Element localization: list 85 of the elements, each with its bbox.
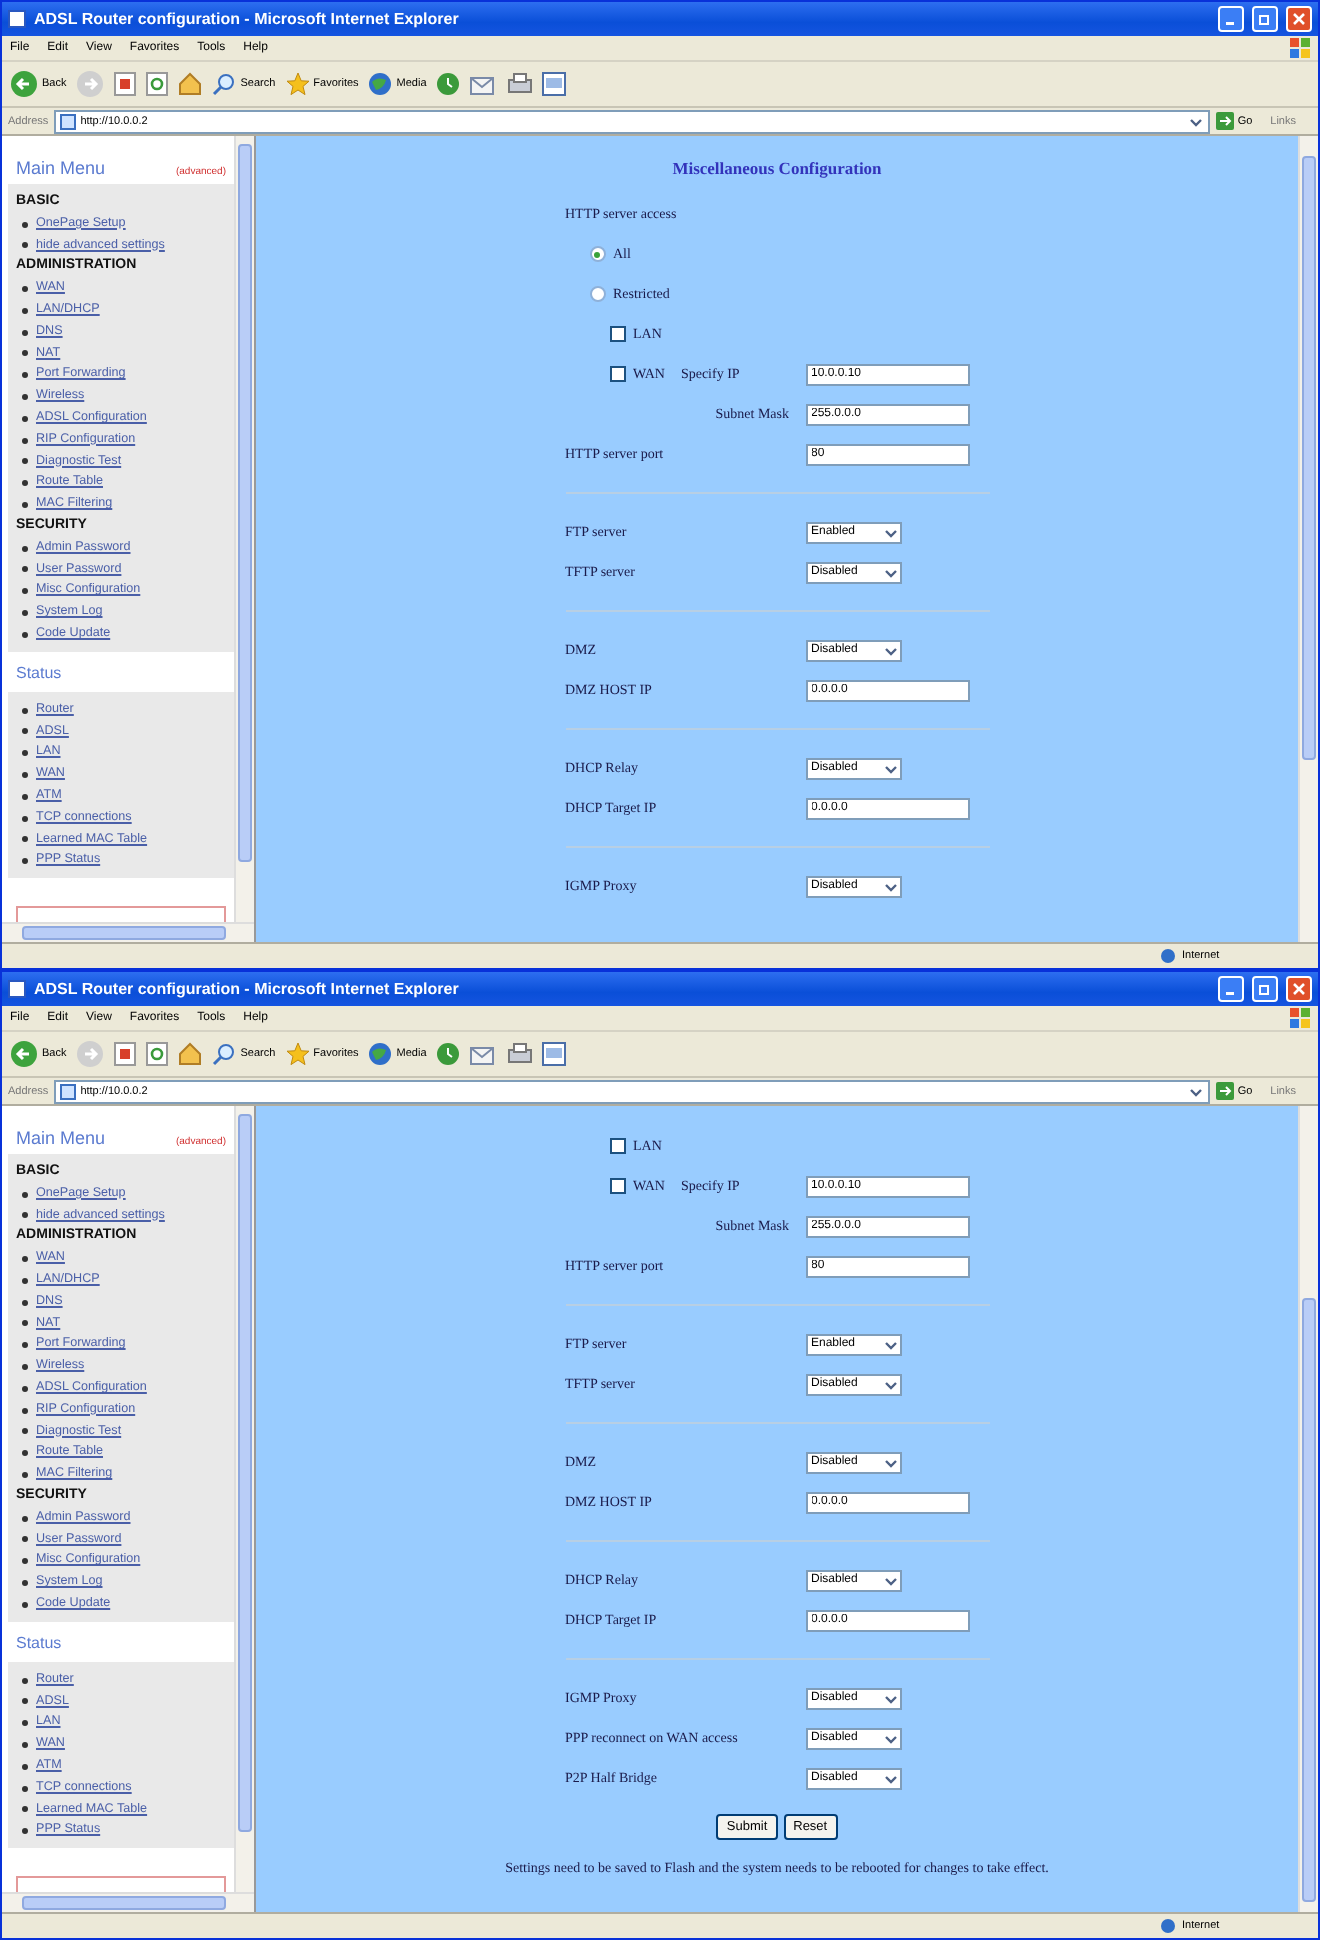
scrollbar[interactable] bbox=[1298, 1106, 1318, 1912]
stop-button[interactable] bbox=[114, 1042, 137, 1066]
document-icon bbox=[542, 72, 567, 96]
caret-icon bbox=[883, 643, 897, 657]
checkbox[interactable] bbox=[609, 1138, 625, 1154]
go-arrow-icon bbox=[1215, 112, 1234, 130]
stop-button[interactable] bbox=[114, 72, 137, 96]
clock-icon bbox=[436, 1042, 461, 1066]
clock-icon bbox=[436, 72, 461, 96]
scrollbar[interactable] bbox=[234, 1106, 254, 1892]
history-button[interactable] bbox=[436, 1042, 461, 1066]
restore-icon bbox=[1258, 12, 1272, 26]
star-icon bbox=[285, 1042, 310, 1066]
checkbox[interactable] bbox=[609, 326, 625, 342]
globe-icon bbox=[368, 72, 393, 96]
globe-icon bbox=[1160, 948, 1176, 964]
mail-button[interactable] bbox=[470, 73, 499, 95]
document-icon bbox=[542, 1042, 567, 1066]
printer-icon bbox=[508, 72, 533, 96]
minimize-button[interactable] bbox=[1218, 6, 1244, 32]
caret-icon bbox=[883, 879, 897, 893]
scrollbar[interactable] bbox=[1298, 136, 1318, 942]
caret-icon bbox=[883, 1731, 897, 1745]
close-button[interactable] bbox=[1286, 976, 1312, 1002]
ie-icon bbox=[8, 10, 26, 28]
dropdown-caret-icon bbox=[1187, 113, 1204, 129]
globe-icon bbox=[368, 1042, 393, 1066]
minimize-button[interactable] bbox=[1218, 976, 1244, 1002]
menu-title: Main Menu bbox=[16, 1128, 106, 1148]
checkbox[interactable] bbox=[609, 1178, 625, 1194]
refresh-icon bbox=[146, 72, 169, 96]
page-icon bbox=[60, 113, 77, 129]
restore-icon bbox=[1258, 982, 1272, 996]
go-arrow-icon bbox=[1215, 1082, 1234, 1100]
home-button[interactable] bbox=[178, 1042, 203, 1066]
checkbox[interactable] bbox=[609, 366, 625, 382]
page-icon bbox=[60, 1083, 77, 1099]
home-icon bbox=[178, 1042, 203, 1066]
refresh-icon bbox=[146, 1042, 169, 1066]
edit-button[interactable] bbox=[542, 72, 567, 96]
refresh-button[interactable] bbox=[146, 1042, 169, 1066]
close-button[interactable] bbox=[1286, 6, 1312, 32]
search-icon bbox=[212, 72, 237, 96]
caret-icon bbox=[883, 1771, 897, 1785]
radio-button[interactable] bbox=[589, 286, 605, 302]
caret-icon bbox=[883, 525, 897, 539]
scrollbar[interactable] bbox=[2, 1892, 254, 1912]
caret-icon bbox=[883, 1691, 897, 1705]
print-button[interactable] bbox=[508, 1042, 533, 1066]
caret-icon bbox=[883, 761, 897, 775]
ie-icon bbox=[8, 980, 26, 998]
globe-icon bbox=[1160, 1918, 1176, 1934]
menu-title: Main Menu bbox=[16, 158, 106, 178]
edit-button[interactable] bbox=[542, 1042, 567, 1066]
mail-button[interactable] bbox=[470, 1043, 499, 1065]
caret-icon bbox=[883, 565, 897, 579]
envelope-icon bbox=[470, 1043, 499, 1065]
window-title: ADSL Router configuration - Microsoft Internet Explorer bbox=[34, 980, 461, 998]
refresh-button[interactable] bbox=[146, 72, 169, 96]
radio-button[interactable] bbox=[589, 246, 605, 262]
print-button[interactable] bbox=[508, 72, 533, 96]
scrollbar[interactable] bbox=[2, 922, 254, 942]
window-title: ADSL Router configuration - Microsoft Internet Explorer bbox=[34, 10, 461, 28]
caret-icon bbox=[883, 1455, 897, 1469]
restore-button[interactable] bbox=[1252, 6, 1278, 32]
envelope-icon bbox=[470, 73, 499, 95]
caret-icon bbox=[883, 1337, 897, 1351]
windows-logo-icon bbox=[1290, 38, 1310, 58]
page-title: Miscellaneous Configuration bbox=[672, 156, 882, 182]
dropdown-caret-icon bbox=[1187, 1083, 1204, 1099]
search-icon bbox=[212, 1042, 237, 1066]
close-icon bbox=[1292, 982, 1306, 996]
stop-icon bbox=[114, 1042, 137, 1066]
windows-logo-icon bbox=[1290, 1008, 1310, 1028]
caret-icon bbox=[883, 1573, 897, 1587]
home-icon bbox=[178, 72, 203, 96]
printer-icon bbox=[508, 1042, 533, 1066]
scrollbar[interactable] bbox=[234, 136, 254, 922]
star-icon bbox=[285, 72, 310, 96]
caret-icon bbox=[883, 1377, 897, 1391]
stop-icon bbox=[114, 72, 137, 96]
close-icon bbox=[1292, 12, 1306, 26]
restore-button[interactable] bbox=[1252, 976, 1278, 1002]
history-button[interactable] bbox=[436, 72, 461, 96]
home-button[interactable] bbox=[178, 72, 203, 96]
